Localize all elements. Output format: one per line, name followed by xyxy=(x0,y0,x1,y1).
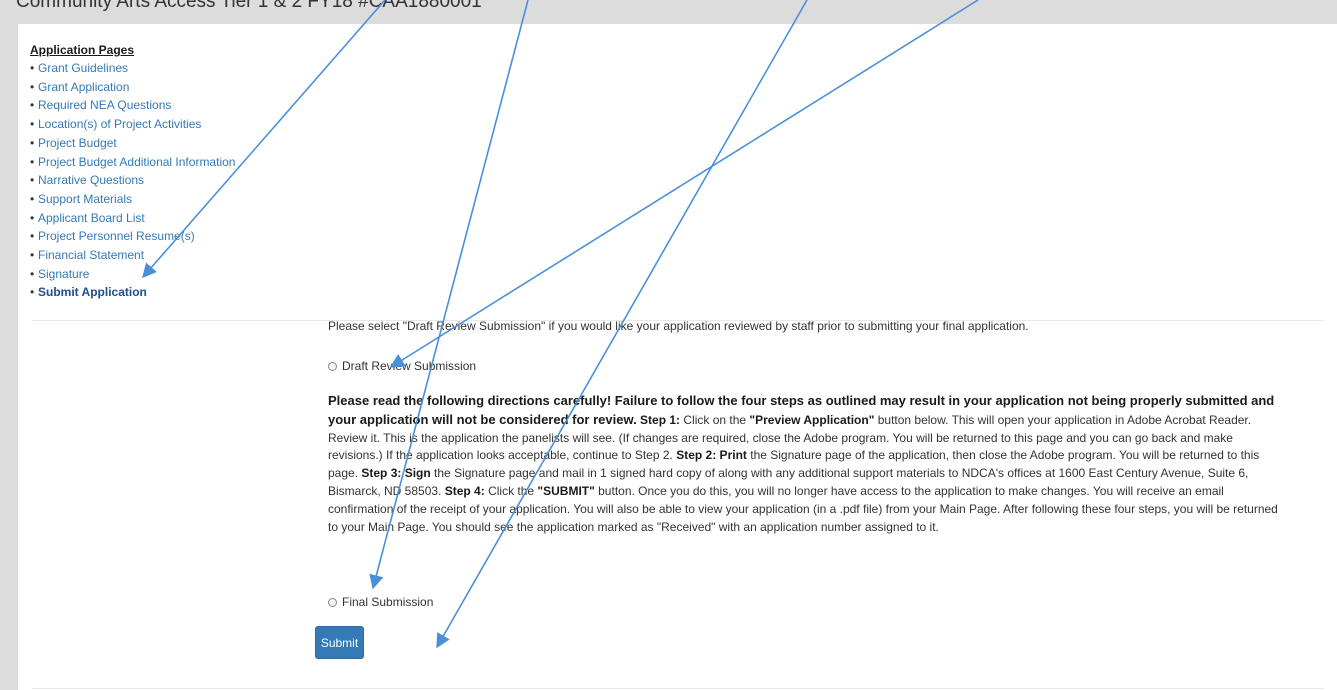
application-page-link[interactable]: Project Personnel Resume(s) xyxy=(38,229,195,243)
final-submission-radio[interactable] xyxy=(328,597,337,607)
final-submission-label: Final Submission xyxy=(342,595,434,609)
draft-review-option[interactable]: Draft Review Submission xyxy=(328,358,476,374)
application-page-link[interactable]: Applicant Board List xyxy=(38,211,145,225)
draft-review-label: Draft Review Submission xyxy=(342,359,477,373)
bullet-icon: • xyxy=(30,191,35,206)
application-pages-list: • Grant Guidelines • Grant Application • Requ… xyxy=(30,59,235,302)
application-page-link[interactable]: Grant Application xyxy=(38,80,129,94)
step4-label: Step 4: xyxy=(444,483,485,498)
application-page-link[interactable]: Signature xyxy=(38,267,89,281)
bullet-icon: • xyxy=(30,154,35,169)
application-page-item[interactable]: • Narrative Questions xyxy=(30,171,235,190)
application-page-link[interactable]: Submit Application xyxy=(38,285,147,299)
application-page-link[interactable]: Project Budget Additional Information xyxy=(38,155,235,169)
application-pages-nav: Application Pages • Grant Guidelines • Gran… xyxy=(30,41,235,302)
application-page-link[interactable]: Required NEA Questions xyxy=(38,98,171,112)
page-title: Community Arts Access Tier 1 & 2 FY18 #C… xyxy=(16,0,482,12)
application-page-item[interactable]: • Support Materials xyxy=(30,190,235,209)
application-page-item[interactable]: • Grant Guidelines xyxy=(30,59,235,78)
preview-application-ref: "Preview Application" xyxy=(749,412,875,427)
application-pages-heading: Application Pages xyxy=(30,43,135,57)
step2-label: Step 2: Print xyxy=(676,448,747,463)
main-panel: Application Pages • Grant Guidelines • Gran… xyxy=(18,24,1337,690)
application-page-item[interactable]: • Project Budget xyxy=(30,134,235,153)
bullet-icon: • xyxy=(30,79,35,94)
bottom-divider xyxy=(32,688,1324,689)
final-submission-option[interactable]: Final Submission xyxy=(328,594,433,610)
application-page-item[interactable]: • Signature xyxy=(30,265,235,284)
bullet-icon: • xyxy=(30,135,35,150)
application-page-item[interactable]: • Grant Application xyxy=(30,78,235,97)
application-page-item[interactable]: • Location(s) of Project Activities xyxy=(30,115,235,134)
application-page-item[interactable]: • Required NEA Questions xyxy=(30,96,235,115)
draft-intro-text: Please select "Draft Review Submission" … xyxy=(328,319,1029,333)
bullet-icon: • xyxy=(30,229,35,244)
bullet-icon: • xyxy=(30,117,35,132)
bullet-icon: • xyxy=(30,210,35,225)
submission-directions: Please read the following directions car… xyxy=(328,392,1288,536)
bullet-icon: • xyxy=(30,98,35,113)
draft-review-radio[interactable] xyxy=(328,361,337,371)
application-page-link[interactable]: Narrative Questions xyxy=(38,173,144,187)
step1-text: Click on the xyxy=(680,412,750,427)
submit-button[interactable]: Submit xyxy=(315,626,364,659)
application-page-item[interactable]: • Project Budget Additional Information xyxy=(30,153,235,172)
bullet-icon: • xyxy=(30,248,35,263)
application-page-link[interactable]: Grant Guidelines xyxy=(38,61,128,75)
application-page-item[interactable]: • Submit Application xyxy=(30,283,235,302)
step1-label: Step 1: xyxy=(640,412,681,427)
application-page-item[interactable]: • Applicant Board List xyxy=(30,209,235,228)
application-page-item[interactable]: • Project Personnel Resume(s) xyxy=(30,227,235,246)
submit-ref: "SUBMIT" xyxy=(537,483,595,498)
step4-text: Click the xyxy=(484,483,538,498)
bullet-icon: • xyxy=(30,266,35,281)
step3-label: Step 3: Sign xyxy=(361,466,431,481)
bullet-icon: • xyxy=(30,173,35,188)
application-page-link[interactable]: Location(s) of Project Activities xyxy=(38,117,201,131)
application-page-link[interactable]: Financial Statement xyxy=(38,248,144,262)
application-page-link[interactable]: Support Materials xyxy=(38,192,132,206)
application-page-link[interactable]: Project Budget xyxy=(38,136,117,150)
bullet-icon: • xyxy=(30,285,35,300)
bullet-icon: • xyxy=(30,61,35,75)
application-page-item[interactable]: • Financial Statement xyxy=(30,246,235,265)
